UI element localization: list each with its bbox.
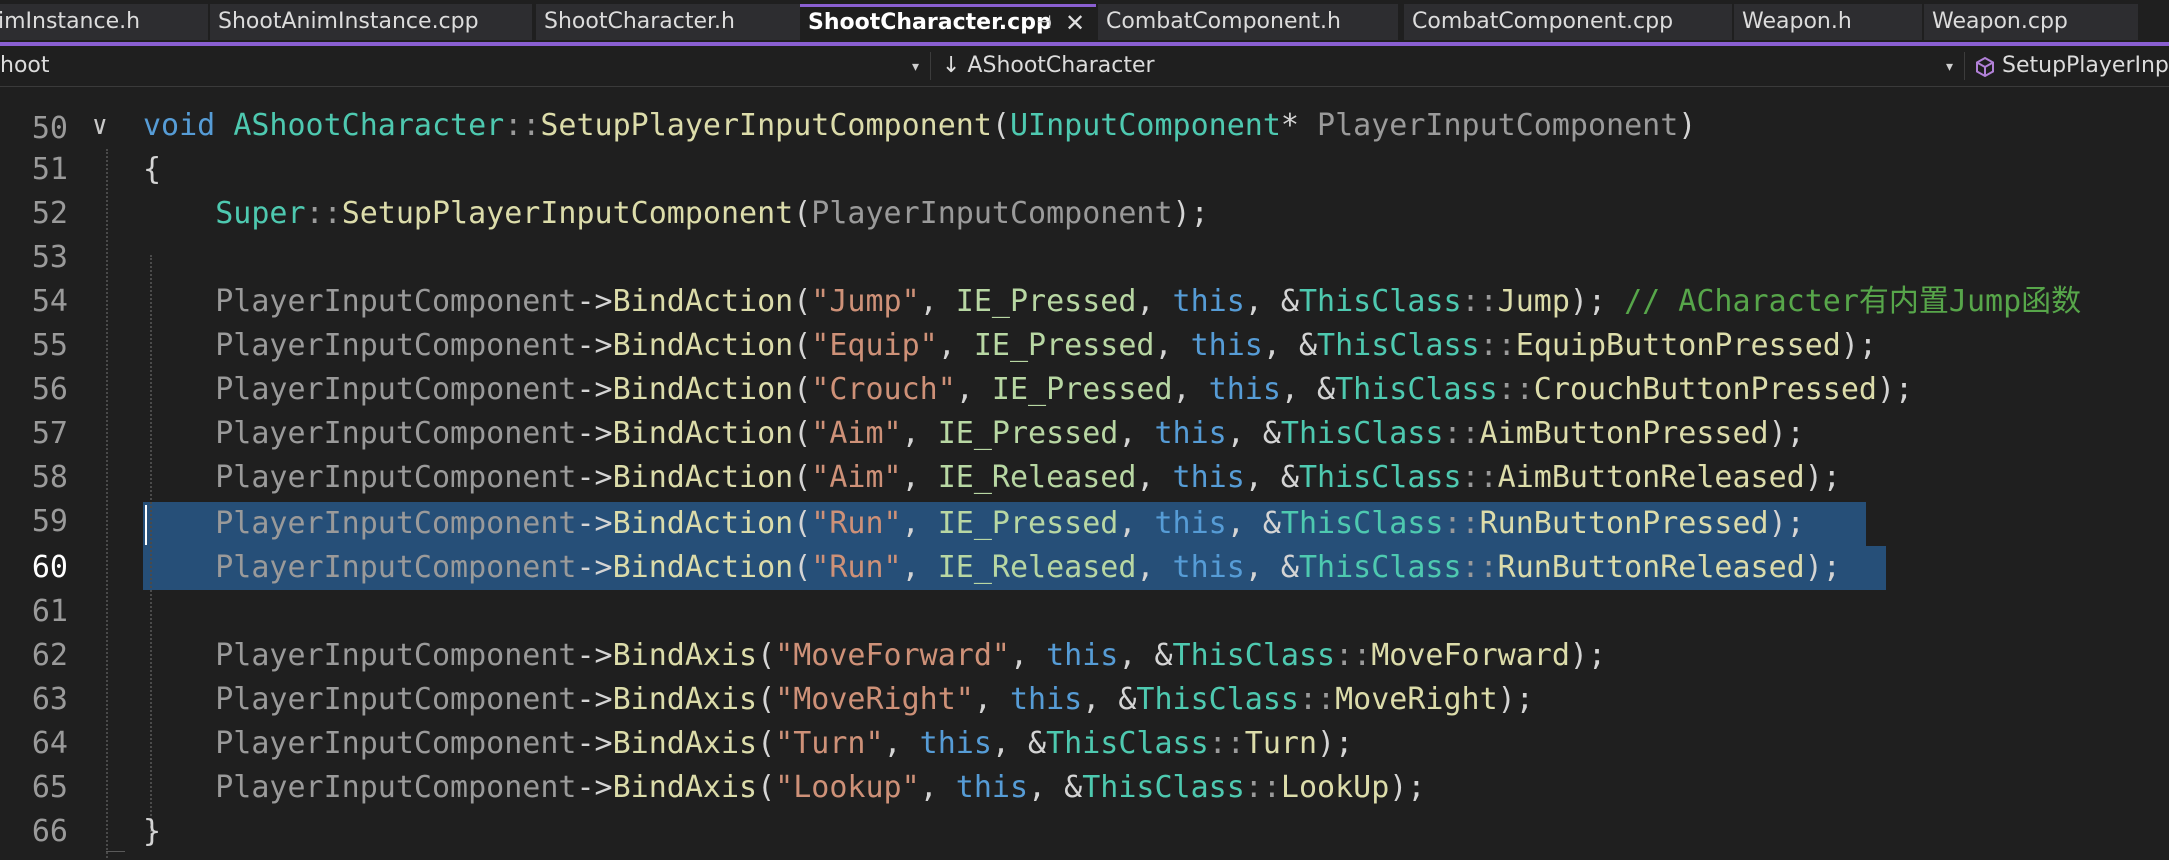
- code-text: PlayerInputComponent->BindAction("Aim", …: [215, 460, 1841, 495]
- code-line: 62: [0, 590, 2169, 673]
- code-text: PlayerInputComponent->BindAction("Run", …: [215, 550, 1841, 585]
- code-editor[interactable]: 50 51 ∨ void AShootCharacter::SetupPlaye…: [0, 87, 2169, 860]
- tab-label: CombatComponent.cpp: [1412, 9, 1674, 34]
- code-text: PlayerInputComponent->BindAxis("MoveForw…: [215, 638, 1607, 673]
- class-dropdown[interactable]: ↓ AShootCharacter: [942, 46, 1155, 86]
- code-line: 66 PlayerInputComponent->BindAxis("Looku…: [0, 766, 2169, 849]
- tab-label: ShootAnimInstance.cpp: [218, 9, 479, 34]
- code-text: PlayerInputComponent->BindAction("Run", …: [215, 506, 1805, 541]
- tab-shoot-anim-instance-cpp[interactable]: ShootAnimInstance.cpp: [210, 4, 532, 40]
- line-number: 67: [0, 854, 68, 860]
- code-line: 52 {: [0, 148, 2169, 231]
- document-tab-bar: imInstance.h ShootAnimInstance.cpp Shoot…: [0, 0, 2169, 46]
- code-line: 53 Super::SetupPlayerInputComponent(Play…: [0, 192, 2169, 275]
- code-line: 67 }: [0, 810, 2169, 860]
- tab-label: CombatComponent.h: [1106, 9, 1341, 34]
- tab-combat-component-cpp[interactable]: CombatComponent.cpp: [1404, 4, 1732, 40]
- chevron-down-icon[interactable]: ▾: [1946, 46, 1953, 86]
- code-line: 59 PlayerInputComponent->BindAction("Aim…: [0, 456, 2169, 539]
- code-text: PlayerInputComponent->BindAction("Aim", …: [215, 416, 1805, 451]
- fold-chevron-icon[interactable]: ∨: [92, 104, 108, 148]
- code-text: PlayerInputComponent->BindAxis("Lookup",…: [215, 770, 1426, 805]
- member-dropdown[interactable]: SetupPlayerInpu: [2002, 46, 2169, 86]
- tab-shoot-character-h[interactable]: ShootCharacter.h: [536, 4, 800, 40]
- code-text: {: [143, 152, 162, 187]
- chevron-down-icon[interactable]: ▾: [912, 46, 919, 86]
- code-text: PlayerInputComponent->BindAxis("Turn", t…: [215, 726, 1354, 761]
- code-line: 61 PlayerInputComponent->BindAction("Run…: [0, 546, 2169, 629]
- tab-label: Weapon.h: [1742, 9, 1852, 34]
- tab-label: ShootCharacter.h: [544, 9, 735, 34]
- code-line: 63 PlayerInputComponent->BindAxis("MoveF…: [0, 634, 2169, 717]
- pin-icon[interactable]: ⊣: [1036, 4, 1052, 42]
- cube-icon: [1976, 56, 1994, 78]
- code-text: PlayerInputComponent->BindAxis("MoveRigh…: [215, 682, 1534, 717]
- tab-combat-component-h[interactable]: CombatComponent.h: [1098, 4, 1398, 40]
- tab-weapon-cpp[interactable]: Weapon.cpp: [1924, 4, 2138, 40]
- close-icon[interactable]: ✕: [1065, 4, 1085, 42]
- tab-label: imInstance.h: [0, 9, 141, 34]
- tab-anim-instance-h[interactable]: imInstance.h: [0, 4, 208, 40]
- navigation-bar: hoot ▾ ↓ AShootCharacter ▾ SetupPlayerIn…: [0, 46, 2169, 87]
- code-line: 57 PlayerInputComponent->BindAction("Cro…: [0, 368, 2169, 451]
- tab-label: Weapon.cpp: [1932, 9, 2068, 34]
- code-line: 51 ∨ void AShootCharacter::SetupPlayerIn…: [0, 104, 2169, 187]
- code-line: 65 PlayerInputComponent->BindAxis("Turn"…: [0, 722, 2169, 805]
- code-text: Super::SetupPlayerInputComponent(PlayerI…: [215, 196, 1209, 231]
- code-line: 60 PlayerInputComponent->BindAction("Run…: [0, 502, 2169, 585]
- nav-divider: [1964, 52, 1965, 80]
- code-line: 54: [0, 236, 2169, 319]
- nav-divider: [930, 52, 931, 80]
- code-line: 56 PlayerInputComponent->BindAction("Equ…: [0, 324, 2169, 407]
- code-text: }: [143, 814, 162, 849]
- code-text: PlayerInputComponent->BindAction("Jump",…: [215, 284, 2082, 319]
- tab-shoot-character-cpp[interactable]: ShootCharacter.cpp ⊣ ✕: [800, 4, 1096, 44]
- code-text: PlayerInputComponent->BindAction("Crouch…: [215, 372, 1914, 407]
- code-line: 55 PlayerInputComponent->BindAction("Jum…: [0, 280, 2169, 363]
- tab-label: ShootCharacter.cpp: [808, 10, 1052, 35]
- code-text: void AShootCharacter::SetupPlayerInputCo…: [143, 108, 1697, 143]
- tab-weapon-h[interactable]: Weapon.h: [1734, 4, 1922, 40]
- code-line: 64 PlayerInputComponent->BindAxis("MoveR…: [0, 678, 2169, 761]
- code-line: 58 PlayerInputComponent->BindAction("Aim…: [0, 412, 2169, 495]
- project-dropdown[interactable]: hoot: [0, 46, 50, 86]
- code-text: PlayerInputComponent->BindAction("Equip"…: [215, 328, 1877, 363]
